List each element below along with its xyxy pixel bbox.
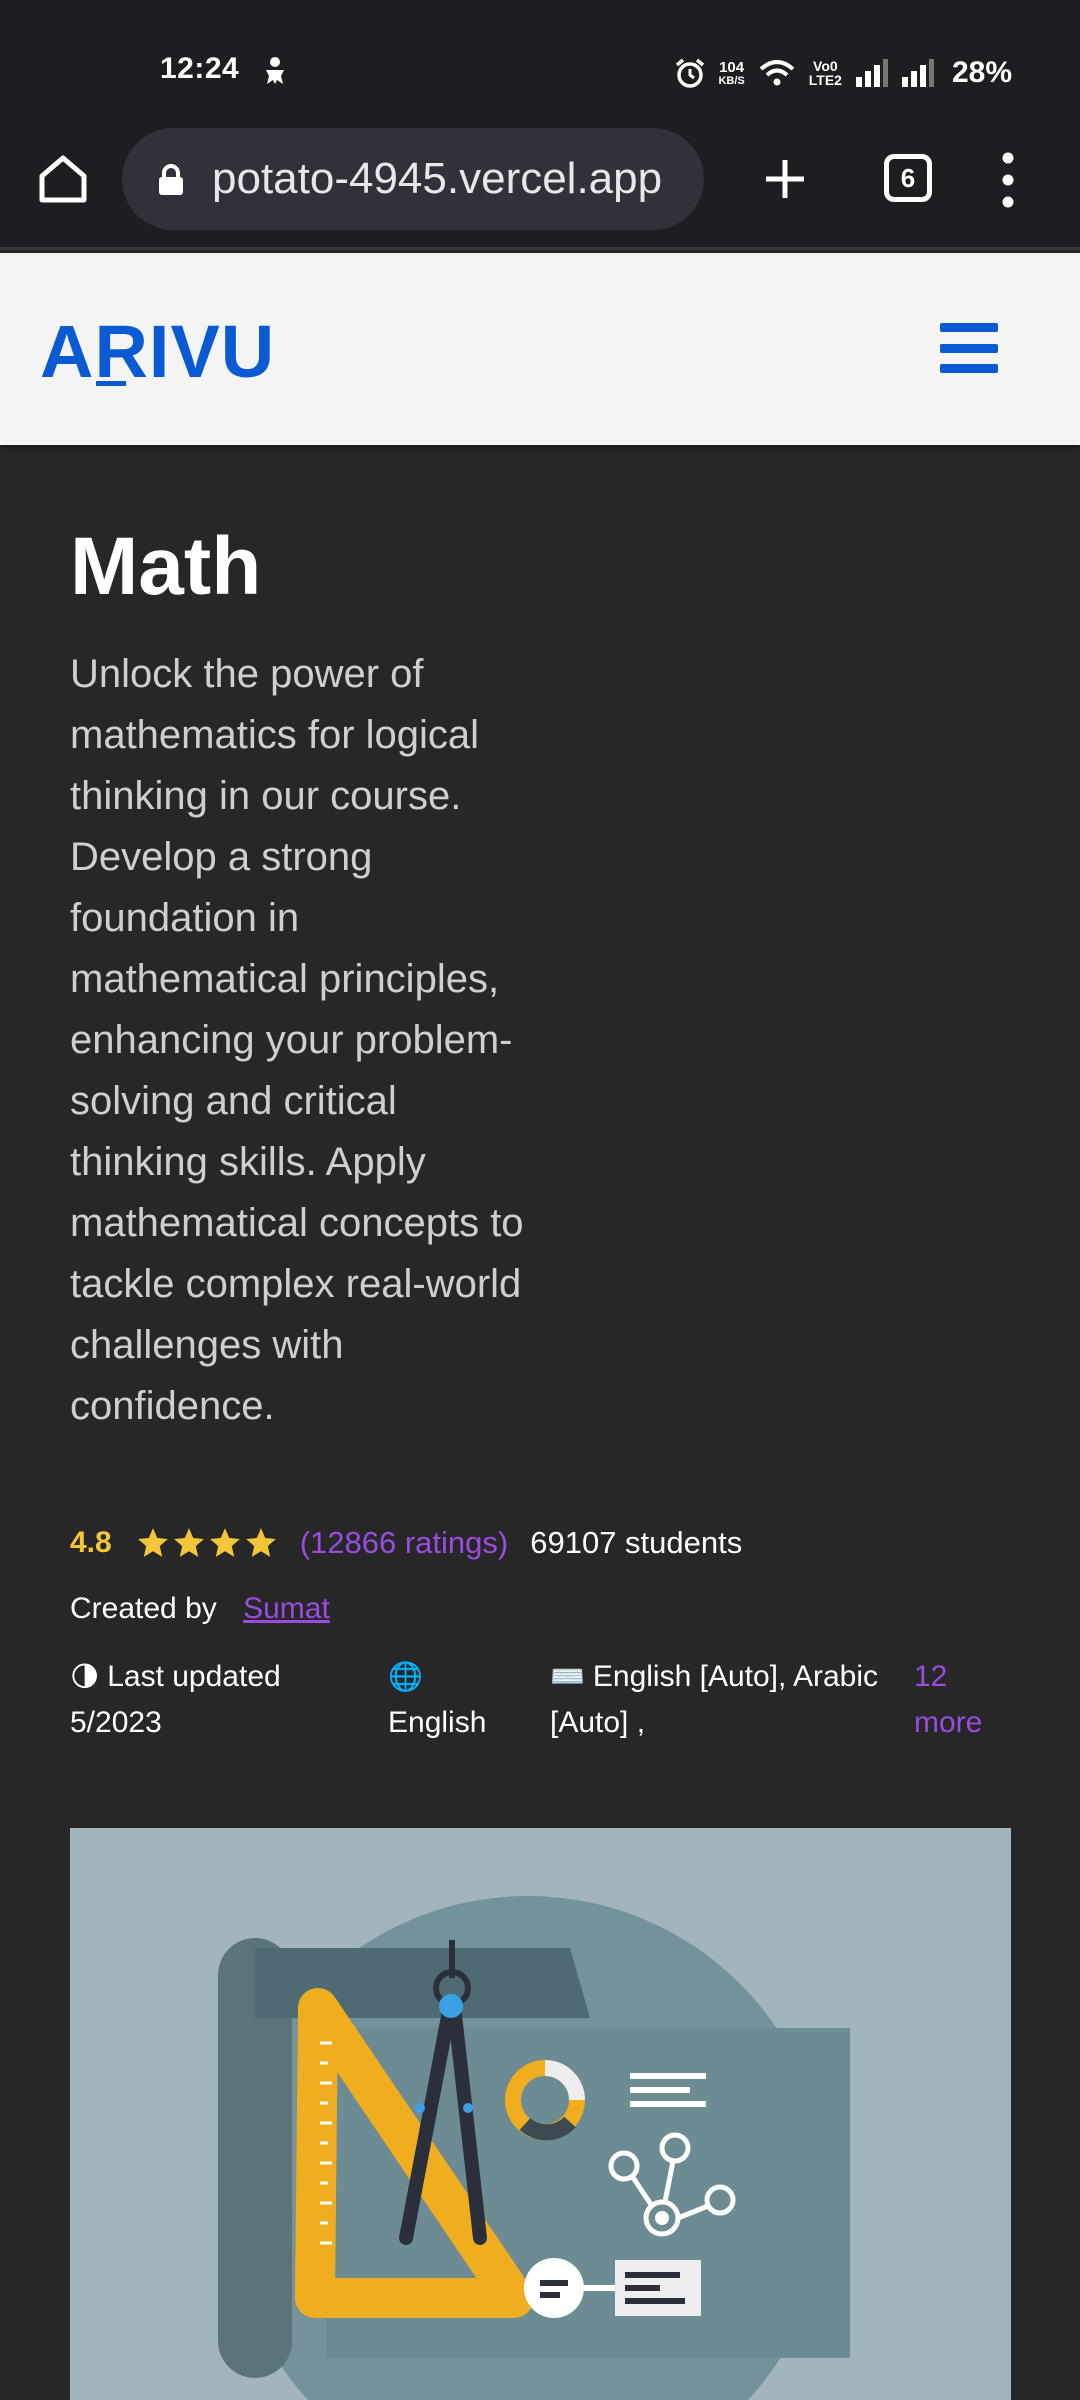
wifi-icon [759,60,795,86]
url-text[interactable]: potato-4945.vercel.app [212,154,692,204]
notification-figure-icon [266,57,284,84]
course-title: Math [70,521,262,612]
ratings-count-link[interactable]: (12866 ratings) [300,1525,509,1561]
status-icons: 104 KB/S Vo0 LTE2 28% [674,52,1012,94]
new-tab-icon[interactable] [756,150,814,208]
course-illustration [70,1828,1011,2400]
rating-row: 4.8 (12866 ratings) 69107 students [70,1518,742,1568]
last-updated-label: Last updated [107,1660,281,1693]
math-tools-illustration [218,1896,850,2400]
moon-icon: 🌗 [70,1661,100,1692]
star-icon [209,1528,240,1557]
star-icon [173,1528,204,1557]
tab-switcher-button[interactable]: 6 [884,154,932,202]
language-label: English [388,1706,487,1739]
logo-underline [96,381,126,386]
browser-toolbar: potato-4945.vercel.app 6 [0,122,1080,250]
network-speed: 104 KB/S [718,58,745,87]
last-updated-date: 5/2023 [70,1706,162,1739]
globe-icon: 🌐 [388,1661,423,1692]
keyboard-icon: ⌨️ [550,1661,585,1692]
signal-icon-sim2 [901,59,934,87]
battery-level: 28% [951,56,1012,89]
signal-icon-sim1 [855,59,888,87]
site-header: ARIVU [0,253,1080,445]
created-by-label: Created by [70,1592,217,1625]
rating-stars [136,1526,278,1560]
lock-icon[interactable] [156,164,186,196]
star-icon [137,1528,168,1557]
status-bar: 12:24 104 KB/S Vo0 LTE2 28% [0,0,1080,122]
hamburger-menu-icon[interactable] [940,323,998,373]
captions-more-link[interactable]: 12 more [914,1654,1014,1746]
course-language: 🌐 English [388,1654,518,1746]
author-link[interactable]: Sumat [243,1592,330,1625]
students-count: 69107 students [530,1525,743,1560]
created-by: Created by Sumat [70,1592,330,1626]
course-description: Unlock the power of mathematics for logi… [70,652,524,1428]
alarm-icon [676,58,705,88]
captions-text: English [Auto], Arabic [Auto] , [550,1660,879,1739]
captions: ⌨️ English [Auto], Arabic [Auto] , [550,1654,900,1746]
rating-value: 4.8 [70,1526,112,1559]
home-icon[interactable] [34,150,92,208]
last-updated: 🌗 Last updated 5/2023 [70,1654,360,1746]
status-time: 12:24 [160,52,240,85]
address-bar[interactable]: potato-4945.vercel.app [122,128,704,230]
star-icon [245,1528,276,1557]
more-options-icon[interactable] [996,148,1020,212]
volte-indicator: Vo0 LTE2 [808,58,842,88]
site-logo[interactable]: ARIVU [40,309,275,394]
